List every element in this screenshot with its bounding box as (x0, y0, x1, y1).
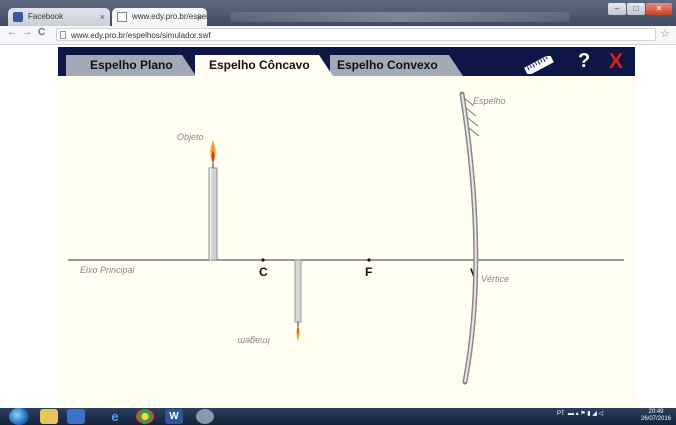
vertice-label: Vértice (481, 274, 509, 284)
app-icon[interactable] (196, 409, 214, 424)
tray-icons[interactable]: ▬ ▴ ⚑ ▮ ◢ ◁ (566, 411, 603, 417)
help-button[interactable]: ? (578, 50, 590, 73)
close-simulator-button[interactable]: X (609, 50, 623, 74)
espelho-label: Espelho (473, 96, 506, 106)
tab-label: Espelho Plano (90, 58, 173, 72)
ruler-icon[interactable] (522, 56, 556, 74)
point-f-label: F (365, 265, 372, 279)
image-candle (294, 259, 302, 341)
tab-espelho-concavo[interactable]: Espelho Côncavo (195, 55, 333, 76)
back-icon[interactable]: ← (7, 27, 17, 38)
reload-icon[interactable]: C (38, 27, 45, 38)
window-close-button[interactable]: ✕ (646, 3, 672, 15)
address-bar-row: ← → C www.edy.pro.br/espelhos/simulador.… (0, 26, 676, 45)
blurred-window-title (230, 12, 570, 22)
url-text: www.edy.pro.br/espelhos/simulador.swf (71, 31, 211, 40)
tab-espelho-convexo[interactable]: Espelho Convexo (330, 55, 463, 76)
clock[interactable]: 20:49 26/07/2016 (640, 409, 672, 423)
bookmark-star-icon[interactable]: ☆ (660, 27, 670, 40)
tab-label: Espelho Convexo (337, 58, 438, 72)
language-indicator[interactable]: PT (557, 411, 565, 417)
concave-mirror[interactable] (459, 91, 480, 385)
internet-explorer-icon[interactable]: e (106, 409, 124, 424)
maximize-button[interactable]: □ (627, 3, 645, 15)
window-controls: – □ ✕ (608, 3, 672, 17)
browser-tab-label: Facebook (28, 12, 64, 21)
clock-time: 20:49 (648, 409, 664, 415)
facebook-icon (13, 12, 23, 22)
close-tab-icon[interactable]: × (100, 8, 105, 26)
page-icon (60, 31, 66, 39)
clock-date: 26/07/2016 (640, 416, 672, 422)
word-icon[interactable]: W (165, 409, 183, 424)
object-candle[interactable] (208, 140, 218, 261)
imagem-label: Imagem (237, 336, 270, 346)
url-input[interactable]: www.edy.pro.br/espelhos/simulador.swf (56, 28, 656, 41)
media-player-icon[interactable] (67, 409, 85, 424)
tab-espelho-plano[interactable]: Espelho Plano (66, 55, 196, 76)
page-icon (117, 12, 127, 22)
system-tray: PT ▬ ▴ ⚑ ▮ ◢ ◁ (557, 410, 603, 417)
objeto-label: Objeto (177, 132, 204, 142)
chrome-icon[interactable] (136, 409, 154, 424)
optics-scene: Eixo Principal Objeto Imagem C F V Vérti… (68, 91, 624, 385)
browser-tab-facebook[interactable]: Facebook × (8, 8, 110, 26)
forward-icon[interactable]: → (22, 27, 32, 38)
close-tab-icon[interactable]: × (197, 8, 202, 26)
start-button[interactable] (9, 408, 29, 425)
eixo-principal-label: Eixo Principal (80, 265, 136, 275)
explorer-icon[interactable] (40, 409, 58, 424)
tab-label: Espelho Côncavo (209, 58, 310, 72)
point-c-label: C (259, 265, 268, 279)
browser-tab-active[interactable]: www.edy.pro.br/espelhos × (112, 8, 207, 26)
minimize-button[interactable]: – (608, 3, 626, 15)
